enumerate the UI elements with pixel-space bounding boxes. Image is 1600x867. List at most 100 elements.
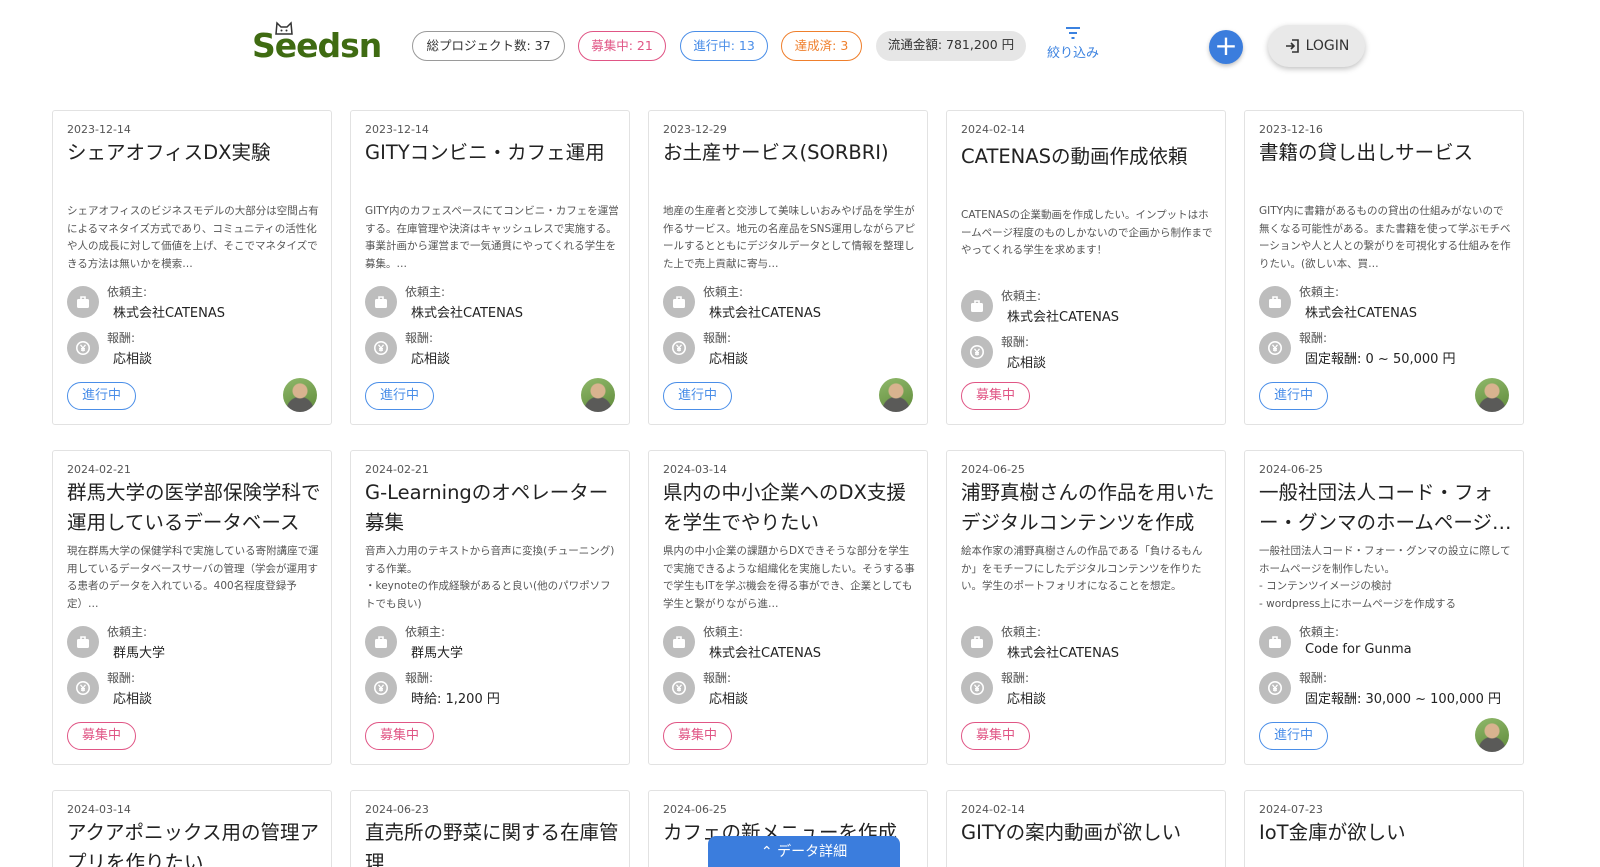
login-icon	[1285, 39, 1299, 53]
project-card[interactable]: 2024-06-25 一般社団法人コード・フォー・グンマのホームページ作成一般社団…	[1244, 450, 1524, 765]
client-label: 依頼主:	[1001, 625, 1042, 639]
project-card[interactable]: 2024-06-25 浦野真樹さんの作品を用いたデジタルコンテンツを作成 絵本作家の…	[946, 450, 1226, 765]
seedsn-logo[interactable]: Seedsn	[252, 21, 382, 66]
login-button[interactable]: LOGIN	[1268, 25, 1365, 67]
logo-text: Seedsn	[252, 26, 382, 65]
login-label: LOGIN	[1305, 38, 1350, 54]
briefcase-icon	[67, 626, 99, 658]
avatar[interactable]	[1475, 718, 1509, 752]
project-card[interactable]: 2023-12-14 GITYコンビニ・カフェ運用 GITY内のカフェスペースにてコ…	[350, 110, 630, 425]
avatar[interactable]	[283, 378, 317, 412]
card-title[interactable]: 群馬大学の医学部保険学科で運用しているデータベース	[67, 478, 321, 538]
client-label: 依頼主:	[703, 625, 744, 639]
card-client-row: 依頼主: 株式会社CATENAS	[961, 623, 1211, 663]
project-card[interactable]: 2023-12-16 書籍の貸し出しサービス GITY内に書籍があるものの貸出の仕組…	[1244, 110, 1524, 425]
stat-completed[interactable]: 達成済: 3	[781, 31, 862, 61]
project-card[interactable]: 2024-03-14 アクアポニックス用の管理アプリを作りたい	[52, 790, 332, 867]
project-card[interactable]: 2024-03-14 県内の中小企業へのDX支援を学生でやりたい県内の中小企業の課…	[648, 450, 928, 765]
reward-value: 固定報酬: 30,000 ~ 100,000 円	[1305, 692, 1502, 707]
card-description: 一般社団法人コード・フォー・グンマの設立に際してホームページを制作したい。 - …	[1259, 545, 1511, 610]
stat-recruiting[interactable]: 募集中: 21	[578, 31, 666, 61]
briefcase-icon	[365, 286, 397, 318]
reward-label: 報酬:	[405, 331, 434, 345]
data-detail-button[interactable]: ⌃ データ詳細	[708, 836, 900, 867]
filter-icon	[1066, 27, 1080, 39]
project-card[interactable]: 2024-02-21 G-Learningのオペレーター募集 音声入力用のテキストか…	[350, 450, 630, 765]
briefcase-icon	[67, 286, 99, 318]
status-badge: 募集中	[961, 722, 1030, 750]
reward-label: 報酬:	[703, 331, 732, 345]
card-title[interactable]: G-Learningのオペレーター募集	[365, 478, 619, 538]
status-badge: 進行中	[365, 382, 434, 410]
card-title[interactable]: GITYコンビニ・カフェ運用	[365, 138, 619, 168]
reward-label: 報酬:	[107, 331, 136, 345]
status-badge: 募集中	[365, 722, 434, 750]
card-date: 2024-03-14	[663, 463, 727, 476]
reward-value: 応相談	[113, 692, 153, 707]
status-badge: 進行中	[663, 382, 732, 410]
reward-value: 時給: 1,200 円	[411, 692, 500, 707]
stat-in-progress[interactable]: 進行中: 13	[680, 31, 768, 61]
card-client-row: 依頼主: 群馬大学	[365, 623, 615, 663]
project-card[interactable]: 2024-02-21 群馬大学の医学部保険学科で運用しているデータベース 現在群馬大…	[52, 450, 332, 765]
card-date: 2024-02-14	[961, 123, 1025, 136]
data-detail-label: データ詳細	[777, 844, 848, 860]
card-description: 絵本作家の浦野真樹さんの作品である「負けるもんか」をモチーフにしたデジタルコンテ…	[961, 545, 1203, 592]
card-date: 2023-12-16	[1259, 123, 1323, 136]
avatar[interactable]	[1475, 378, 1509, 412]
reward-label: 報酬:	[1299, 331, 1328, 345]
card-title[interactable]: 県内の中小企業へのDX支援を学生でやりたい	[663, 478, 917, 538]
project-card[interactable]: 2023-12-14 シェアオフィスDX実験 シェアオフィスのビジネスモデルの大部分…	[52, 110, 332, 425]
card-date: 2024-06-25	[1259, 463, 1323, 476]
card-description: CATENASの企業動画を作成したい。インプットはホームページ程度のものしかない…	[961, 209, 1213, 256]
card-reward-row: 報酬: 固定報酬: 0 ~ 50,000 円	[1259, 329, 1509, 369]
project-card[interactable]: 2024-02-14 GITYの案内動画が欲しい	[946, 790, 1226, 867]
card-title[interactable]: 書籍の貸し出しサービス	[1259, 138, 1513, 168]
yen-icon	[1259, 332, 1291, 364]
card-title[interactable]: 一般社団法人コード・フォー・グンマのホームページ作成	[1259, 478, 1513, 538]
card-description: 地産の生産者と交渉して美味しいおみやげ品を学生が作るサービス。地元の名産品をSN…	[663, 205, 916, 270]
add-project-button[interactable]: +	[1209, 30, 1243, 64]
yen-icon	[961, 336, 993, 368]
card-title[interactable]: 直売所の野菜に関する在庫管理	[365, 818, 619, 867]
card-title[interactable]: CATENASの動画作成依頼	[961, 142, 1215, 172]
reward-label: 報酬:	[405, 671, 434, 685]
filter-button[interactable]: 絞り込み	[1044, 26, 1102, 61]
project-card[interactable]: 2023-12-29 お土産サービス(SORBRI) 地産の生産者と交渉して美味しい…	[648, 110, 928, 425]
project-card[interactable]: 2024-07-23 IoT金庫が欲しい	[1244, 790, 1524, 867]
avatar[interactable]	[581, 378, 615, 412]
card-reward-row: 報酬: 固定報酬: 30,000 ~ 100,000 円	[1259, 669, 1509, 709]
status-badge: 募集中	[663, 722, 732, 750]
card-title[interactable]: シェアオフィスDX実験	[67, 138, 321, 168]
card-title[interactable]: GITYの案内動画が欲しい	[961, 818, 1215, 848]
card-title[interactable]: IoT金庫が欲しい	[1259, 818, 1513, 848]
status-badge: 進行中	[1259, 722, 1328, 750]
client-label: 依頼主:	[405, 285, 446, 299]
card-title[interactable]: アクアポニックス用の管理アプリを作りたい	[67, 818, 321, 867]
card-date: 2024-06-25	[663, 803, 727, 816]
card-description: 音声入力用のテキストから音声に変換(チューニング)する作業。 ・keynoteの…	[365, 545, 615, 610]
card-client-row: 依頼主: 群馬大学	[67, 623, 317, 663]
project-card[interactable]: 2024-02-14 CATENASの動画作成依頼 CATENASの企業動画を作成し…	[946, 110, 1226, 425]
card-date: 2024-02-14	[961, 803, 1025, 816]
card-description: 現在群馬大学の保健学科で実施している寄附講座で運用しているデータベースサーバの管…	[67, 545, 319, 610]
project-card[interactable]: 2024-06-23 直売所の野菜に関する在庫管理	[350, 790, 630, 867]
yen-icon	[365, 672, 397, 704]
status-badge: 募集中	[961, 382, 1030, 410]
client-value: 株式会社CATENAS	[113, 306, 225, 321]
yen-icon	[961, 672, 993, 704]
client-label: 依頼主:	[1299, 285, 1340, 299]
stat-total-projects: 総プロジェクト数: 37	[412, 31, 565, 61]
card-title[interactable]: お土産サービス(SORBRI)	[663, 138, 917, 168]
card-client-row: 依頼主: 株式会社CATENAS	[67, 283, 317, 323]
reward-label: 報酬:	[1299, 671, 1328, 685]
card-title[interactable]: 浦野真樹さんの作品を用いたデジタルコンテンツを作成	[961, 478, 1215, 538]
yen-icon	[663, 332, 695, 364]
reward-value: 応相談	[113, 352, 153, 367]
chevron-up-icon: ⌃	[760, 844, 773, 860]
card-description: 県内の中小企業の課題からDXできそうな部分を学生で実施できるような組織化を実施し…	[663, 545, 915, 610]
briefcase-icon	[365, 626, 397, 658]
avatar[interactable]	[879, 378, 913, 412]
client-label: 依頼主:	[1001, 289, 1042, 303]
filter-label: 絞り込み	[1046, 46, 1099, 61]
